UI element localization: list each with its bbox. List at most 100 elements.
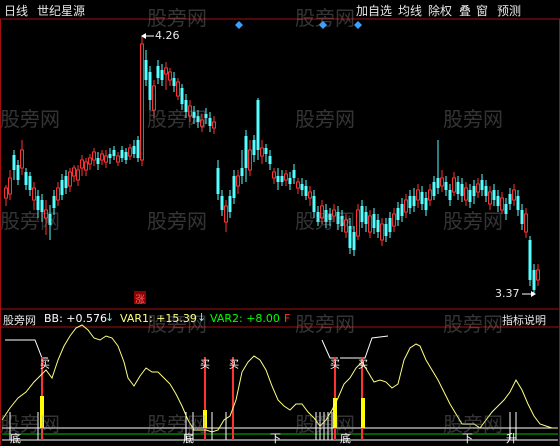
candle-body <box>208 118 212 126</box>
candle-body <box>92 151 96 161</box>
var1-down-arrow-icon: ↓ <box>197 311 207 324</box>
candle-body <box>396 208 400 220</box>
candle-body <box>224 205 228 223</box>
watermark: 股旁网 <box>295 209 355 233</box>
down-signal-label: 下 <box>462 432 473 445</box>
candle-body <box>480 180 484 190</box>
overlay-button[interactable]: 叠 <box>459 2 471 19</box>
limit-up-label: 涨 <box>135 295 145 306</box>
watermark: 股旁网 <box>295 107 355 131</box>
period-daily-button[interactable]: 日线 <box>4 2 28 19</box>
candle-body <box>460 184 464 196</box>
add-watchlist-button[interactable]: 加自选 <box>356 2 392 19</box>
candle-body <box>220 196 224 210</box>
candle-body <box>416 189 420 201</box>
indicator-bb-value: BB: +0.576 <box>44 312 108 325</box>
candle-body <box>516 196 520 210</box>
buy-signal-label: 买 <box>229 360 239 371</box>
candle-body <box>96 158 100 164</box>
indicator-name[interactable]: 股旁网 <box>3 312 36 328</box>
candle-body <box>132 146 136 154</box>
candle-body <box>268 156 272 164</box>
candle-body <box>372 214 376 228</box>
candle-body <box>148 72 152 100</box>
candle-body <box>440 177 444 187</box>
candle-body <box>280 176 284 182</box>
candle-body <box>108 154 112 158</box>
candle-body <box>144 60 148 80</box>
candle-body <box>464 187 468 201</box>
candle-body <box>104 155 108 163</box>
candle-body <box>532 270 536 290</box>
high-price-label: 4.26 <box>155 29 180 42</box>
candle-body <box>156 66 160 78</box>
indicator-var2-value: VAR2: +8.00 <box>210 312 280 325</box>
candle-body <box>136 140 140 158</box>
candle-body <box>468 190 472 202</box>
candle-body <box>404 199 408 213</box>
buy-signal-label: 买 <box>330 360 340 371</box>
bottom-signal-label: 底 <box>183 432 194 445</box>
candle-body <box>444 182 448 190</box>
candle-body <box>76 169 80 181</box>
candle-body <box>256 100 260 150</box>
candle-body <box>216 168 220 194</box>
candle-body <box>228 196 232 212</box>
candle-body <box>288 178 292 184</box>
candle-body <box>12 155 16 170</box>
candle-body <box>16 165 20 180</box>
candle-body <box>140 43 144 161</box>
watermark: 股旁网 <box>0 209 60 233</box>
indicator-help-button[interactable]: 指标说明 <box>502 312 546 328</box>
candle-body <box>452 177 456 193</box>
watermark: 股旁网 <box>443 412 503 436</box>
candle-body <box>272 171 276 179</box>
moving-average-button[interactable]: 均线 <box>398 2 422 19</box>
candle-body <box>264 148 268 154</box>
rise-signal-label: 升 <box>506 432 517 445</box>
candle-body <box>296 181 300 189</box>
candle-body <box>244 136 248 168</box>
candle-body <box>260 147 264 157</box>
candle-body <box>292 170 296 178</box>
candle-body <box>120 150 124 158</box>
candle-body <box>164 67 168 75</box>
candle-body <box>56 187 60 201</box>
down-signal-label: 下 <box>270 432 281 445</box>
candle-body <box>116 155 120 163</box>
candle-body <box>160 70 164 80</box>
candle-body <box>28 176 32 190</box>
candle-body <box>448 190 452 200</box>
candle-body <box>72 167 76 177</box>
watermark: 股旁网 <box>147 6 207 30</box>
low-price-label: 3.37 <box>495 287 520 300</box>
candle-body <box>456 182 460 194</box>
ex-rights-button[interactable]: 除权 <box>428 2 452 19</box>
candle-body <box>64 176 68 188</box>
window-button[interactable]: 窗 <box>476 2 488 19</box>
candle-body <box>376 220 380 232</box>
stock-name: 世纪星源 <box>37 4 86 18</box>
candle-body <box>112 150 116 156</box>
candle-body <box>248 149 252 171</box>
forecast-button[interactable]: 预测 <box>497 2 521 19</box>
candle-body <box>472 186 476 196</box>
candle-body <box>252 140 256 155</box>
candle-body <box>80 159 84 169</box>
candle-body <box>508 194 512 204</box>
buy-signal-label: 买 <box>358 360 368 371</box>
candle-body <box>360 206 364 222</box>
candle-body <box>24 172 28 185</box>
candle-body <box>528 240 532 280</box>
candle-body <box>364 212 368 224</box>
candle-body <box>428 189 432 201</box>
candle-body <box>240 168 244 176</box>
bottom-signal-label: 底 <box>10 432 21 445</box>
candle-body <box>236 175 240 187</box>
candle-body <box>60 180 64 195</box>
watermark: 股旁网 <box>443 209 503 233</box>
watermark: 股旁网 <box>147 209 207 233</box>
candle-body <box>176 81 180 97</box>
candle-body <box>68 171 72 187</box>
watermark: 股旁网 <box>147 412 207 436</box>
